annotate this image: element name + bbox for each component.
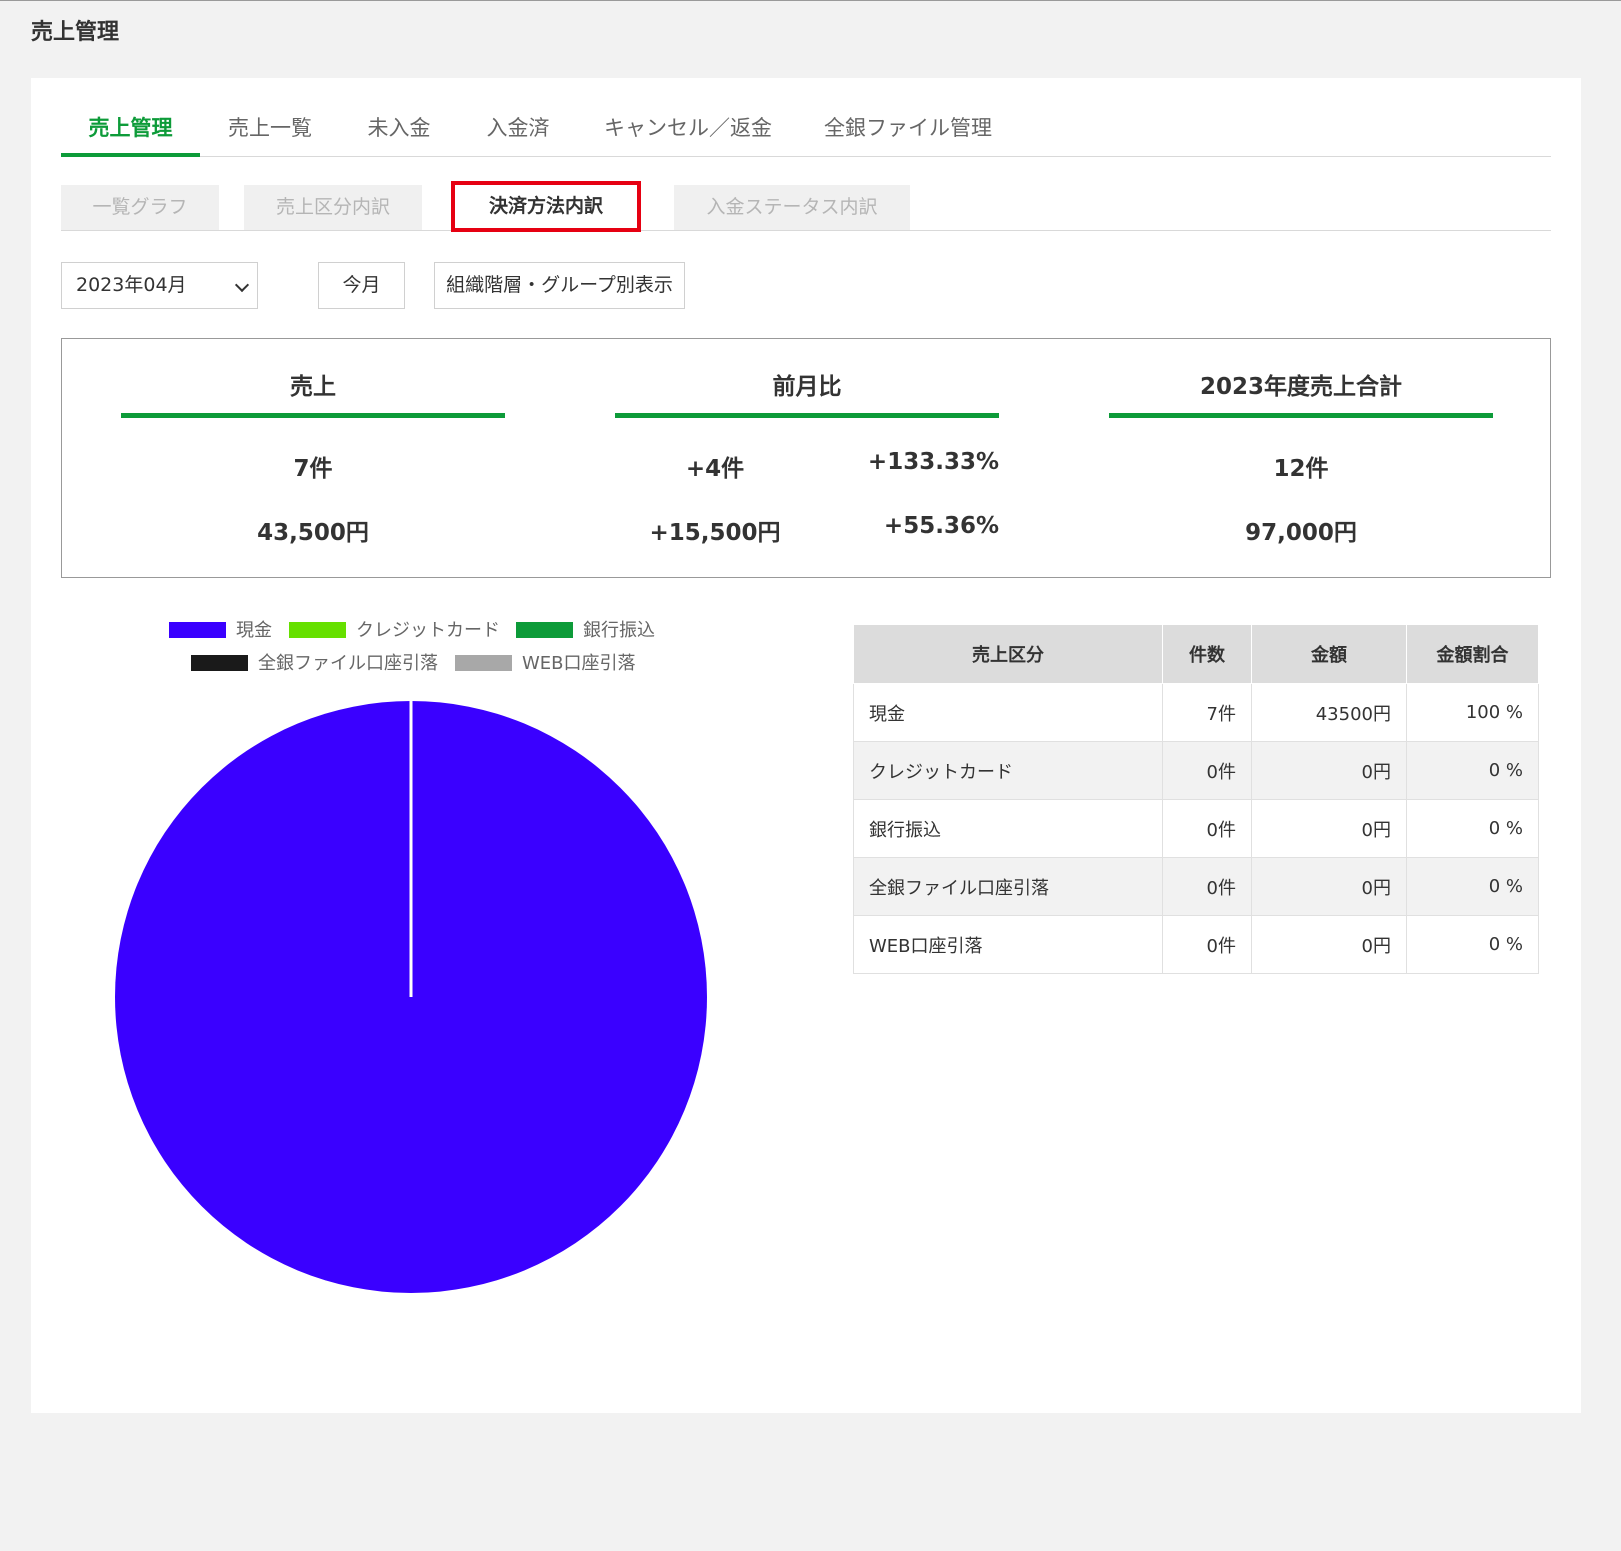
cell-count: 0件 <box>1162 857 1252 916</box>
cell-amount: 0円 <box>1251 857 1407 916</box>
legend-swatch <box>169 622 226 638</box>
table-row: 銀行振込 0件 0円 0 % <box>853 799 1539 858</box>
org-group-view-button[interactable]: 組織階層・グループ別表示 <box>434 262 685 309</box>
table-header-row: 売上区分 件数 金額 金額割合 <box>853 624 1539 684</box>
col-header-amount: 金額 <box>1251 624 1407 684</box>
legend-item-credit-card[interactable]: クレジットカード <box>289 620 500 642</box>
cell-amount: 0円 <box>1251 915 1407 974</box>
tab-zengin-file[interactable]: 全銀ファイル管理 <box>798 110 1018 156</box>
col-header-count: 件数 <box>1162 624 1252 684</box>
tab-cancel-refund[interactable]: キャンセル／返金 <box>578 110 798 156</box>
summary-box: 売上 7件 43,500円 前月比 +4件 +133.33% +15,500円 … <box>61 338 1551 578</box>
cell-category: クレジットカード <box>853 741 1163 800</box>
month-select-value: 2023年04月 <box>76 274 187 296</box>
cell-count: 7件 <box>1162 683 1252 742</box>
subtab-list-graph[interactable]: 一覧グラフ <box>61 185 219 230</box>
sub-tab-bar: 一覧グラフ 売上区分内訳 決済方法内訳 入金ステータス内訳 <box>61 181 1551 232</box>
month-select[interactable]: 2023年04月 <box>61 262 258 309</box>
legend-item-zengin-debit[interactable]: 全銀ファイル口座引落 <box>191 653 438 675</box>
cell-ratio: 0 % <box>1406 915 1539 974</box>
summary-divider <box>1109 413 1493 418</box>
cell-amount: 43500円 <box>1251 683 1407 742</box>
cell-category: 銀行振込 <box>853 799 1163 858</box>
legend-label: 現金 <box>236 620 272 641</box>
cell-ratio: 100 % <box>1406 683 1539 742</box>
cell-amount: 0円 <box>1251 799 1407 858</box>
summary-year-heading: 2023年度売上合計 <box>1199 374 1402 400</box>
table-row: 現金 7件 43500円 100 % <box>853 683 1539 742</box>
legend-item-cash[interactable]: 現金 <box>169 620 272 642</box>
summary-mom-amount-percent: +55.36% <box>883 513 999 539</box>
cell-category: 現金 <box>853 683 1163 742</box>
summary-sales-heading: 売上 <box>290 374 336 400</box>
payment-method-table: 売上区分 件数 金額 金額割合 現金 7件 43500円 100 % クレジット… <box>853 624 1539 974</box>
cell-category: 全銀ファイル口座引落 <box>853 857 1163 916</box>
cell-count: 0件 <box>1162 741 1252 800</box>
subtab-payment-status[interactable]: 入金ステータス内訳 <box>674 185 910 230</box>
summary-mom-count-percent: +133.33% <box>867 449 999 475</box>
summary-sales-count: 7件 <box>293 456 333 482</box>
legend-label: WEB口座引落 <box>522 653 636 674</box>
legend-item-web-debit[interactable]: WEB口座引落 <box>455 653 636 675</box>
cell-ratio: 0 % <box>1406 857 1539 916</box>
payment-method-pie-chart <box>115 701 707 1293</box>
cell-amount: 0円 <box>1251 741 1407 800</box>
summary-year-count: 12件 <box>1273 456 1329 482</box>
legend-swatch <box>191 655 248 671</box>
legend-item-bank-transfer[interactable]: 銀行振込 <box>516 620 655 642</box>
summary-divider <box>615 413 999 418</box>
summary-mom-count: +4件 <box>685 456 745 482</box>
legend-swatch <box>289 622 346 638</box>
top-border <box>0 0 1621 1</box>
main-tab-bar: 売上管理 売上一覧 未入金 入金済 キャンセル／返金 全銀ファイル管理 <box>61 110 1551 157</box>
summary-divider <box>121 413 505 418</box>
cell-count: 0件 <box>1162 915 1252 974</box>
cell-category: WEB口座引落 <box>853 915 1163 974</box>
col-header-category: 売上区分 <box>853 624 1163 684</box>
table-row: 全銀ファイル口座引落 0件 0円 0 % <box>853 857 1539 916</box>
table-row: クレジットカード 0件 0円 0 % <box>853 741 1539 800</box>
summary-year-amount: 97,000円 <box>1245 520 1357 546</box>
tab-sales-list[interactable]: 売上一覧 <box>200 110 340 156</box>
cell-ratio: 0 % <box>1406 799 1539 858</box>
cell-ratio: 0 % <box>1406 741 1539 800</box>
legend-label: 銀行振込 <box>583 620 655 641</box>
subtab-payment-method[interactable]: 決済方法内訳 <box>451 181 641 232</box>
legend-swatch <box>516 622 573 638</box>
summary-sales-amount: 43,500円 <box>257 520 369 546</box>
cell-count: 0件 <box>1162 799 1252 858</box>
legend-label: 全銀ファイル口座引落 <box>258 653 438 674</box>
chevron-down-icon <box>234 277 250 293</box>
summary-mom-amount: +15,500円 <box>649 520 781 546</box>
this-month-button[interactable]: 今月 <box>318 262 405 309</box>
page-title: 売上管理 <box>31 20 120 45</box>
main-card: 売上管理 売上一覧 未入金 入金済 キャンセル／返金 全銀ファイル管理 一覧グラ… <box>31 78 1581 1413</box>
subtab-sales-category[interactable]: 売上区分内訳 <box>244 185 422 230</box>
legend-swatch <box>455 655 512 671</box>
summary-mom-heading: 前月比 <box>772 374 842 400</box>
tab-sales-management[interactable]: 売上管理 <box>61 110 200 157</box>
legend-label: クレジットカード <box>356 620 500 641</box>
tab-paid[interactable]: 入金済 <box>458 110 578 156</box>
col-header-ratio: 金額割合 <box>1406 624 1539 684</box>
tab-unpaid[interactable]: 未入金 <box>340 110 458 156</box>
table-row: WEB口座引落 0件 0円 0 % <box>853 915 1539 974</box>
